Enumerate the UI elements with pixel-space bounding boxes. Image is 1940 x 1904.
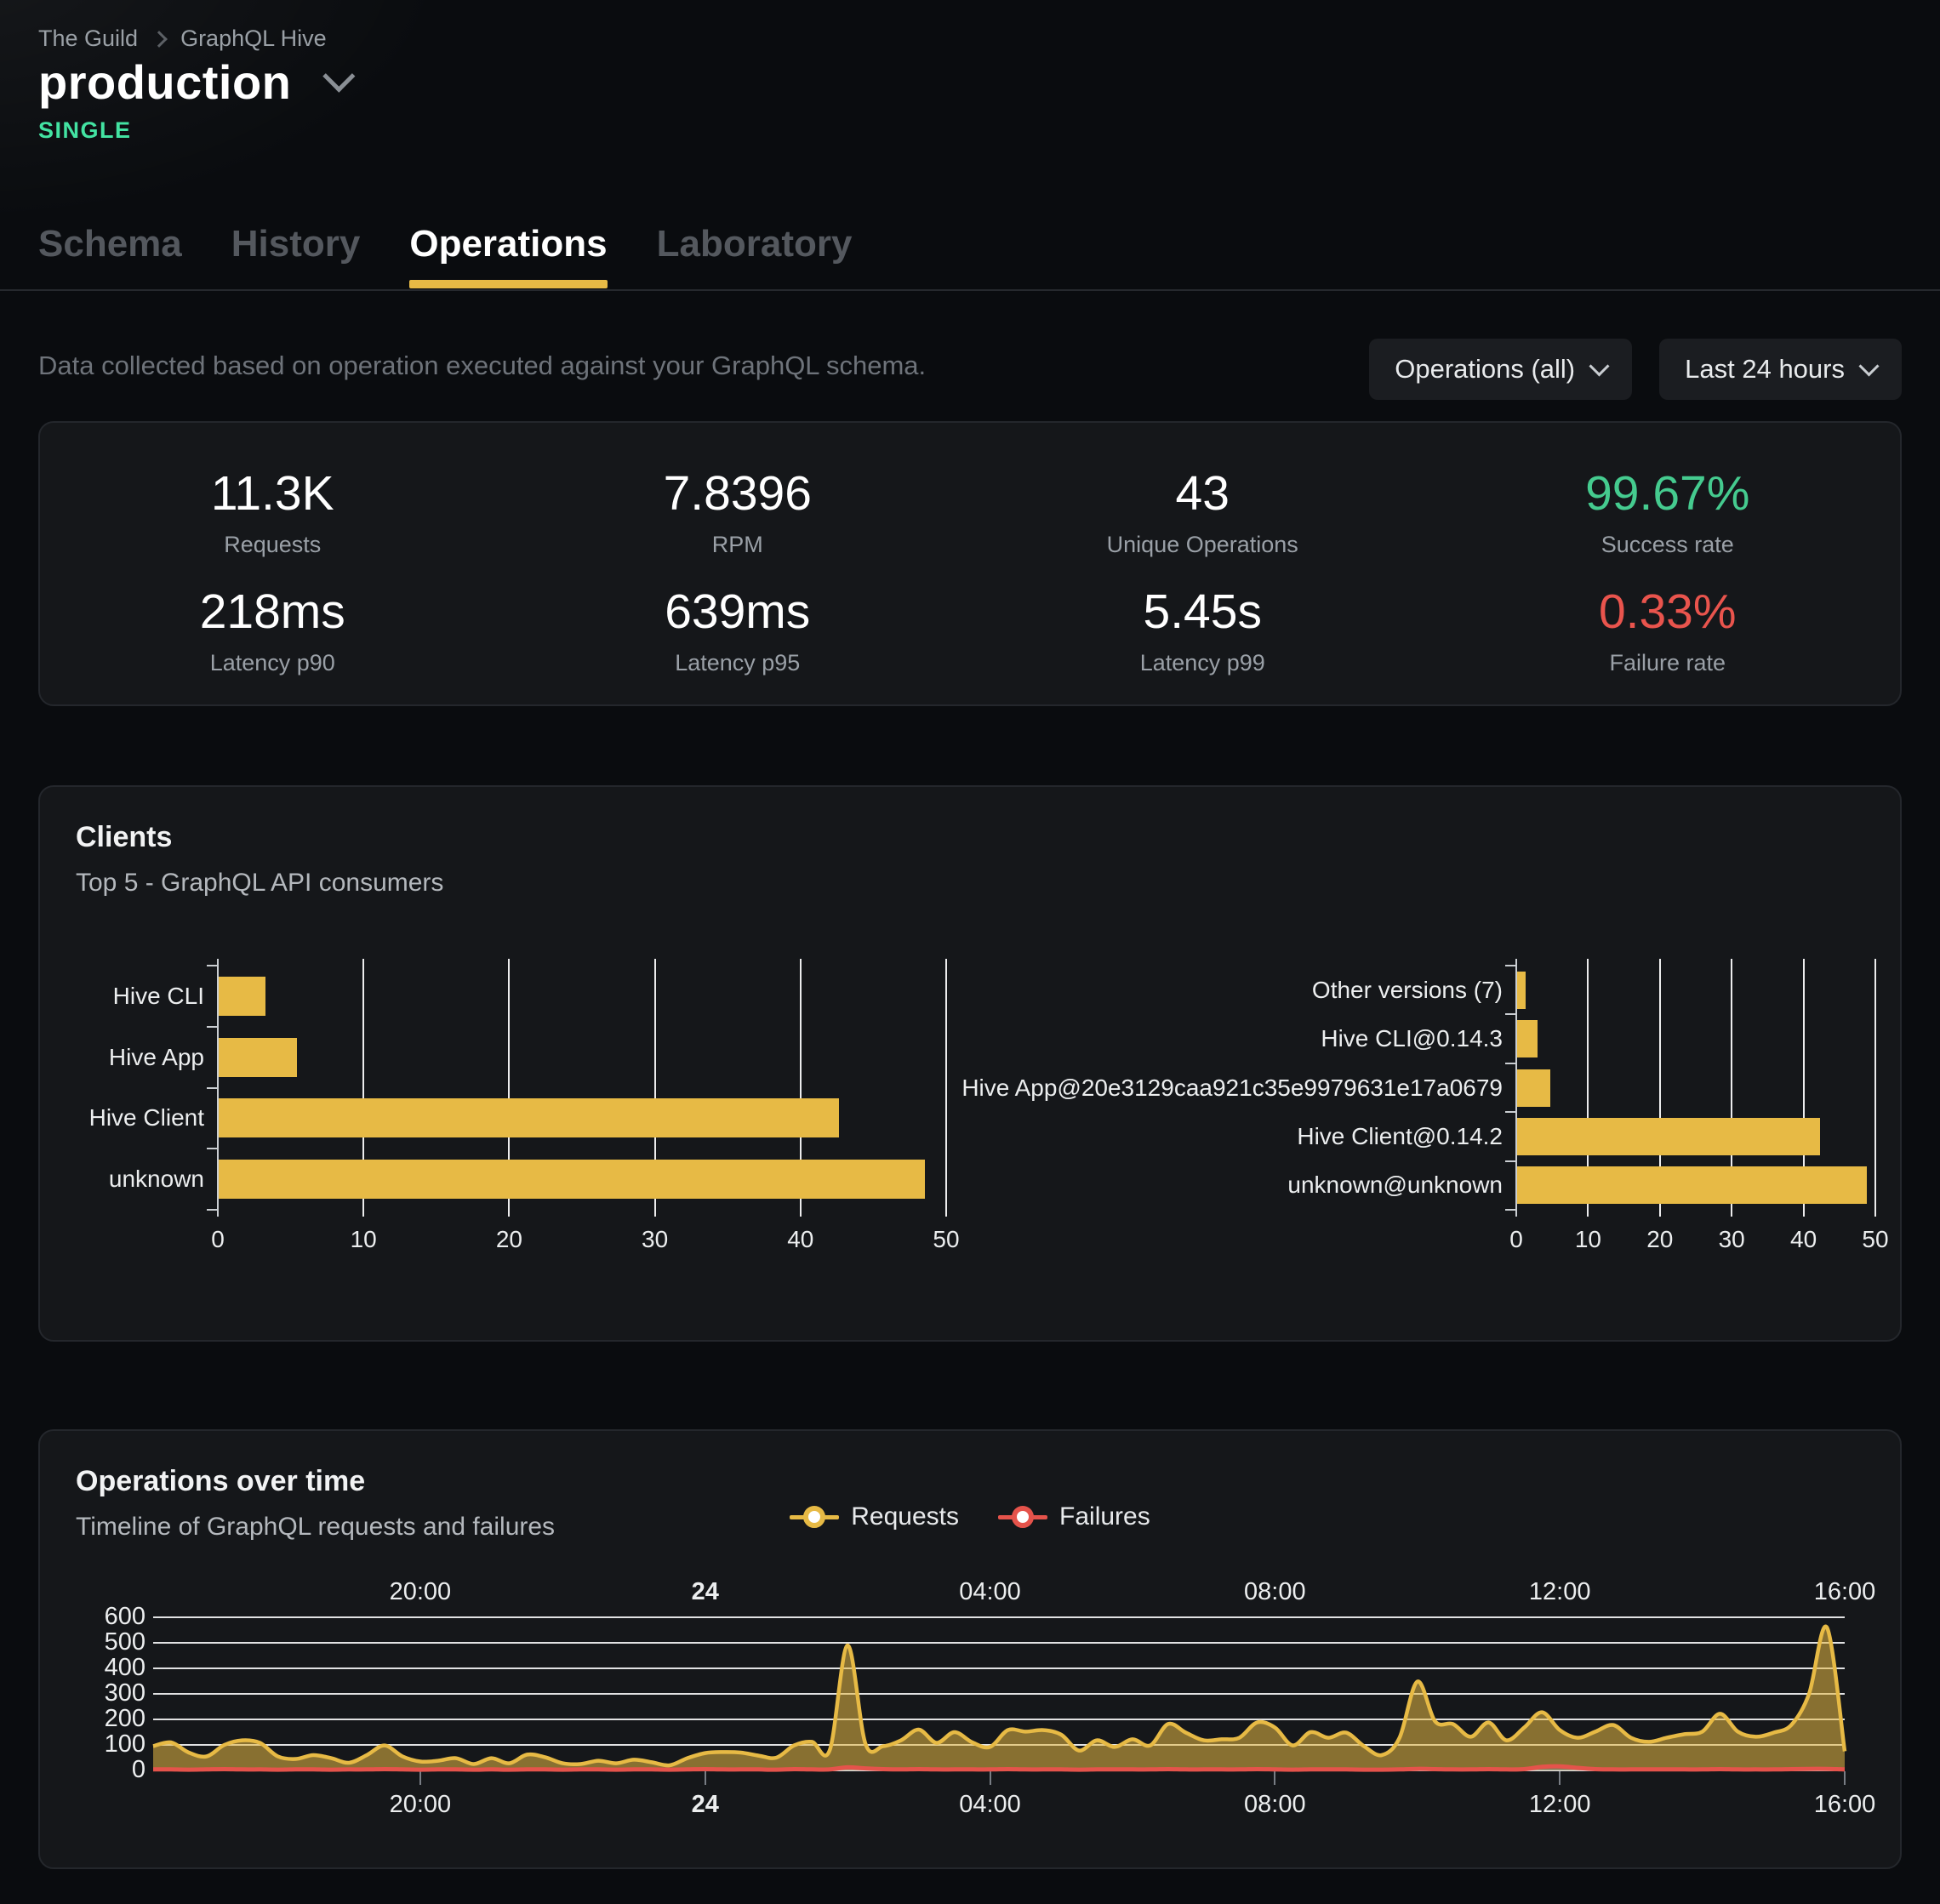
stat-cell: 0.33% Failure rate bbox=[1435, 584, 1901, 676]
target-dropdown-chevron-icon[interactable] bbox=[323, 60, 356, 93]
gridline bbox=[1874, 959, 1876, 1217]
axis-tick bbox=[1505, 1111, 1516, 1113]
chevron-right-icon bbox=[151, 31, 168, 48]
stat-label: Success rate bbox=[1435, 532, 1901, 558]
stats-grid: 11.3K Requests7.8396 RPM 43 Unique Operation… bbox=[40, 423, 1900, 676]
stat-value: 218ms bbox=[40, 584, 505, 640]
x-tick-label: 30 bbox=[1698, 1226, 1766, 1253]
breadcrumb-org-link[interactable]: The Guild bbox=[38, 26, 138, 52]
requests-area bbox=[153, 1627, 1845, 1770]
x-tick-label: 0 bbox=[1482, 1226, 1550, 1253]
target-header: production bbox=[38, 54, 348, 110]
tab-label: Operations bbox=[409, 223, 607, 265]
tab-operations[interactable]: Operations bbox=[409, 223, 607, 288]
bar bbox=[1517, 1020, 1538, 1057]
category-label: Hive App@20e3129caa921c35e9979631e17a067… bbox=[40, 1074, 1503, 1103]
clients-by-version-chart: 01020304050Other versions (7)Hive CLI@0.… bbox=[40, 787, 1903, 1343]
category-label: unknown@unknown bbox=[40, 1171, 1503, 1200]
stat-label: Latency p95 bbox=[505, 650, 971, 676]
stat-value: 0.33% bbox=[1435, 584, 1901, 640]
stat-cell: 99.67% Success rate bbox=[1435, 465, 1901, 558]
stat-label: Requests bbox=[40, 532, 505, 558]
stat-cell: 11.3K Requests bbox=[40, 465, 505, 558]
bar bbox=[1517, 1166, 1867, 1204]
breadcrumb: The Guild GraphQL Hive bbox=[38, 26, 327, 52]
chevron-down-icon bbox=[1589, 356, 1610, 376]
chevron-down-icon bbox=[1858, 356, 1879, 376]
active-tab-indicator bbox=[409, 280, 607, 288]
stat-label: RPM bbox=[505, 532, 971, 558]
axis-tick bbox=[1505, 965, 1516, 966]
timeline-chart: 010020030040050060020:0020:00242404:0004… bbox=[40, 1431, 1903, 1871]
tab-history[interactable]: History bbox=[231, 223, 361, 288]
tab-bar: Schema History Operations Laboratory bbox=[38, 223, 852, 288]
stat-cell: 5.45s Latency p99 bbox=[970, 584, 1435, 676]
x-tick-label: 10 bbox=[1554, 1226, 1622, 1253]
tab-laboratory[interactable]: Laboratory bbox=[657, 223, 853, 288]
stat-value: 7.8396 bbox=[505, 465, 971, 522]
filters: Operations (all) Last 24 hours bbox=[1369, 339, 1902, 400]
stat-value: 639ms bbox=[505, 584, 971, 640]
header-divider bbox=[0, 289, 1940, 291]
category-label: Hive Client@0.14.2 bbox=[40, 1122, 1503, 1151]
stat-cell: 43 Unique Operations bbox=[970, 465, 1435, 558]
stat-cell: 218ms Latency p90 bbox=[40, 584, 505, 676]
stats-card: 11.3K Requests7.8396 RPM 43 Unique Operation… bbox=[38, 421, 1902, 706]
target-type-badge: SINGLE bbox=[38, 117, 132, 144]
operations-filter-dropdown[interactable]: Operations (all) bbox=[1369, 339, 1632, 400]
stat-value: 11.3K bbox=[40, 465, 505, 522]
tab-label: History bbox=[231, 223, 361, 265]
operations-filter-description: Data collected based on operation execut… bbox=[38, 351, 926, 381]
x-tick-label: 40 bbox=[1770, 1226, 1838, 1253]
tab-label: Laboratory bbox=[657, 223, 853, 265]
operations-filter-value: Operations (all) bbox=[1395, 354, 1575, 385]
stat-label: Latency p99 bbox=[970, 650, 1435, 676]
tab-schema[interactable]: Schema bbox=[38, 223, 182, 288]
tab-label: Schema bbox=[38, 223, 182, 265]
axis-tick bbox=[1505, 1160, 1516, 1162]
axis-tick bbox=[1505, 1209, 1516, 1211]
operations-over-time-card: Operations over time Timeline of GraphQL… bbox=[38, 1429, 1902, 1869]
category-label: Other versions (7) bbox=[40, 976, 1503, 1005]
stat-value: 99.67% bbox=[1435, 465, 1901, 522]
page-title: production bbox=[38, 54, 291, 110]
stat-value: 43 bbox=[970, 465, 1435, 522]
bar bbox=[1517, 972, 1526, 1009]
period-filter-value: Last 24 hours bbox=[1685, 354, 1845, 385]
breadcrumb-project-link[interactable]: GraphQL Hive bbox=[180, 26, 327, 52]
stat-label: Unique Operations bbox=[970, 532, 1435, 558]
category-label: Hive CLI@0.14.3 bbox=[40, 1024, 1503, 1053]
x-tick-label: 50 bbox=[1841, 1226, 1909, 1253]
stat-label: Latency p90 bbox=[40, 650, 505, 676]
x-tick-label: 20 bbox=[1626, 1226, 1694, 1253]
bar bbox=[1517, 1069, 1550, 1107]
stat-label: Failure rate bbox=[1435, 650, 1901, 676]
bar bbox=[1517, 1118, 1820, 1155]
clients-card: Clients Top 5 - GraphQL API consumers 01… bbox=[38, 785, 1902, 1342]
axis-tick bbox=[1505, 1063, 1516, 1064]
stat-value: 5.45s bbox=[970, 584, 1435, 640]
stat-cell: 7.8396 RPM bbox=[505, 465, 971, 558]
period-filter-dropdown[interactable]: Last 24 hours bbox=[1659, 339, 1902, 400]
axis-tick bbox=[1505, 1013, 1516, 1015]
stat-cell: 639ms Latency p95 bbox=[505, 584, 971, 676]
